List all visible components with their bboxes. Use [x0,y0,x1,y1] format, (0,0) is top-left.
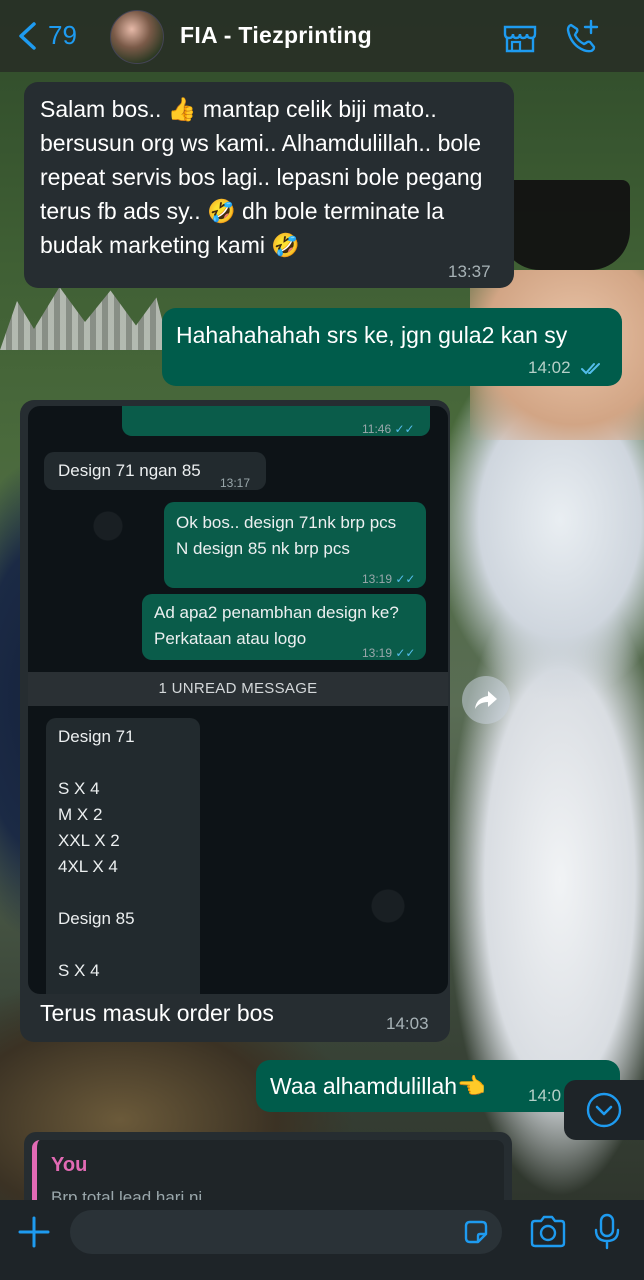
voice-button[interactable] [592,1212,622,1252]
back-button[interactable]: 79 [16,20,77,51]
order-line: XXL X 2 [58,831,120,850]
embedded-time: 11:46 ✓✓ [362,416,415,442]
chevron-left-icon [19,21,36,50]
message-text: Hahahahahah srs ke, jgn gula2 kan sy [176,322,568,348]
camera-button[interactable] [528,1214,568,1250]
wallpaper-cap [500,180,630,270]
message-incoming[interactable]: Salam bos.. 👍 mantap celik biji mato.. b… [24,82,514,288]
plus-icon [18,1216,50,1248]
forward-button[interactable] [462,676,510,724]
order-line: Design 71 [58,727,135,746]
embedded-time-value: 13:19 [362,572,393,586]
chat-header: 79 FIA - Tiezprinting [0,0,644,72]
embedded-text: Design 71 ngan 85 [58,461,201,480]
order-line: 4XL X 4 [58,857,118,876]
order-line [58,932,135,958]
order-line: Design 85 [58,909,135,928]
embedded-time: 13:19 ✓✓ [362,566,415,592]
embedded-text: Ok bos.. design 71nk brp pcs [176,513,397,532]
microphone-icon [594,1213,620,1250]
message-time: 14:02 [528,358,605,378]
message-text: Salam bos.. 👍 mantap celik biji mato.. b… [40,96,483,258]
embedded-outgoing: Ok bos.. design 71nk brp pcs N design 85… [164,502,426,588]
unread-divider: 1 UNREAD MESSAGE [28,672,448,706]
order-line: S X 4 [58,961,100,980]
avatar[interactable] [110,10,164,64]
order-lines: Design 71 S X 4 M X 2 XXL X 2 4XL X 4 De… [58,724,135,984]
message-time: 14:0 [528,1086,562,1105]
double-check-icon [581,362,601,374]
message-input[interactable] [70,1210,502,1254]
message-outgoing[interactable]: Hahahahahah srs ke, jgn gula2 kan sy 14:… [162,308,622,386]
chevron-down-circle-icon [586,1092,622,1128]
embedded-text: Ad apa2 penambhan design ke? [154,603,399,622]
embedded-incoming: Design 71 ngan 85 13:17 [44,452,266,490]
unread-count: 79 [48,20,77,50]
embedded-time: 13:19 ✓✓ [362,640,415,666]
order-line: M X 2 [58,805,103,824]
order-line [58,750,135,776]
sticker-button[interactable] [462,1218,490,1246]
embedded-text: N design 85 nk brp pcs [176,539,350,558]
embedded-time-value: 13:19 [362,646,393,660]
double-check-icon: ✓✓ [395,646,416,660]
store-icon[interactable] [500,17,540,57]
sticker-icon [464,1220,488,1244]
composer-bar [0,1200,644,1280]
embedded-outgoing-top: 11:46 ✓✓ [122,406,430,436]
message-text: Waa alhamdulillah👈 [270,1073,486,1099]
forward-icon [475,691,497,709]
order-line [58,880,135,906]
embedded-time-value: 11:46 [362,422,392,436]
attach-button[interactable] [16,1214,52,1250]
camera-icon [530,1215,566,1248]
image-caption: Terus masuk order bos [40,1000,274,1026]
double-check-icon: ✓✓ [395,572,416,586]
message-time: 14:03 [386,1014,429,1033]
embedded-time: 13:17 [220,476,251,490]
double-check-icon: ✓✓ [394,422,415,436]
order-line: S X 4 [58,779,100,798]
chat-title[interactable]: FIA - Tiezprinting [180,22,372,49]
embedded-outgoing: Ad apa2 penambhan design ke? Perkataan a… [142,594,426,660]
scroll-down-button[interactable] [564,1080,644,1140]
quoted-author: You [51,1154,88,1176]
embedded-order-message: Design 71 S X 4 M X 2 XXL X 2 4XL X 4 De… [46,718,200,994]
message-time: 13:37 [448,262,491,281]
call-add-icon[interactable] [562,17,602,57]
message-time-value: 14:02 [528,358,571,377]
embedded-screenshot[interactable]: 11:46 ✓✓ Design 71 ngan 85 13:17 Ok bos.… [28,406,448,994]
embedded-text: Perkataan atau logo [154,629,307,648]
